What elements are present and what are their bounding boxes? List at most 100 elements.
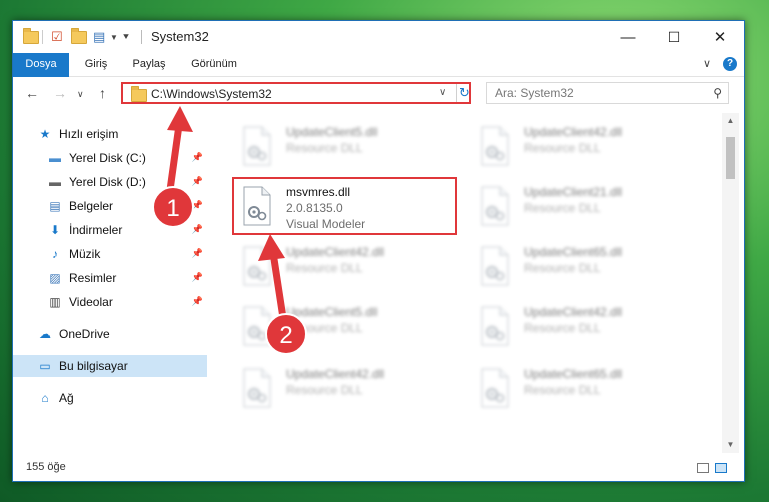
nav-item-label: Belgeler bbox=[69, 199, 114, 213]
file-name: UpdateClient21.dll bbox=[524, 185, 623, 199]
nav-item[interactable]: ★ Hızlı erişim bbox=[13, 123, 207, 145]
file-item[interactable]: msvmres.dll 2.0.8135.0 Visual Modeler bbox=[234, 181, 459, 233]
pin-icon[interactable]: 📌 bbox=[192, 200, 203, 211]
minimize-button[interactable]: — bbox=[605, 21, 651, 53]
cloud-icon: ☁ bbox=[39, 327, 51, 341]
file-description: Resource DLL bbox=[286, 261, 363, 275]
nav-item-label: Yerel Disk (C:) bbox=[69, 151, 146, 165]
pin-icon[interactable]: 📌 bbox=[192, 152, 203, 163]
file-name: msvmres.dll bbox=[286, 185, 351, 199]
nav-item[interactable]: ▬ Yerel Disk (C:) 📌 bbox=[13, 147, 207, 169]
nav-item-label: Videolar bbox=[69, 295, 113, 309]
file-company: Visual Modeler bbox=[286, 217, 366, 231]
properties-icon[interactable]: ☑ bbox=[51, 28, 63, 46]
file-explorer-window: ☑ ▤ ▼ ⯆ System32 — ☐ ✕ Dosya Giriş Payla… bbox=[12, 20, 745, 482]
dll-file-icon bbox=[240, 306, 274, 346]
file-list: UpdateClient5.dll Resource DLL UpdateClien… bbox=[210, 113, 722, 453]
folder-icon bbox=[23, 27, 39, 46]
file-item[interactable]: UpdateClient21.dll Resource DLL bbox=[472, 181, 697, 233]
nav-item[interactable]: ☁ OneDrive bbox=[13, 323, 207, 345]
address-path[interactable]: C:\Windows\System32 bbox=[151, 87, 272, 101]
up-button[interactable]: ↑ bbox=[99, 85, 106, 101]
status-bar: 155 öğe bbox=[13, 455, 744, 481]
pin-icon[interactable]: 📌 bbox=[192, 224, 203, 235]
search-icon[interactable]: ⚲ bbox=[713, 86, 722, 100]
file-item[interactable]: UpdateClient42.dll Resource DLL bbox=[234, 363, 459, 415]
nav-item[interactable]: ▭ Bu bilgisayar bbox=[13, 355, 207, 377]
forward-button[interactable]: → bbox=[53, 85, 67, 101]
maximize-button[interactable]: ☐ bbox=[651, 21, 697, 53]
documents-icon: ▤ bbox=[49, 199, 61, 213]
file-description: Resource DLL bbox=[524, 261, 601, 275]
videos-icon: ▥ bbox=[49, 295, 61, 309]
window-title: System32 bbox=[151, 29, 209, 44]
music-icon: ♪ bbox=[52, 247, 58, 261]
nav-item[interactable]: ♪ Müzik 📌 bbox=[13, 243, 207, 265]
file-item[interactable]: UpdateClient42.dll Resource DLL bbox=[472, 301, 697, 353]
nav-item-label: Resimler bbox=[69, 271, 117, 285]
tab-gorunum[interactable]: Görünüm bbox=[181, 53, 247, 76]
scroll-thumb[interactable] bbox=[726, 137, 735, 179]
ribbon: Dosya Giriş Paylaş Görünüm ∨ ? bbox=[13, 53, 744, 105]
back-button[interactable]: ← bbox=[25, 85, 39, 101]
refresh-icon[interactable]: ↻ bbox=[456, 84, 472, 102]
pin-icon[interactable]: 📌 bbox=[192, 176, 203, 187]
file-item[interactable]: UpdateClient5.dll Resource DLL bbox=[234, 121, 459, 173]
search-input[interactable]: Ara: System32 bbox=[495, 86, 574, 100]
title-bar: ☑ ▤ ▼ ⯆ System32 — ☐ ✕ bbox=[13, 21, 744, 53]
file-description: Resource DLL bbox=[524, 321, 601, 335]
quick-access-menu-icon[interactable]: ⯆ bbox=[122, 28, 130, 46]
nav-item[interactable]: ▥ Videolar 📌 bbox=[13, 291, 207, 313]
drive-icon: ▬ bbox=[49, 175, 61, 189]
help-icon[interactable]: ? bbox=[723, 57, 737, 71]
file-item[interactable]: UpdateClient42.dll Resource DLL bbox=[472, 121, 697, 173]
close-button[interactable]: ✕ bbox=[697, 21, 743, 53]
file-item[interactable]: UpdateClient65.dll Resource DLL bbox=[472, 241, 697, 293]
file-name: UpdateClient42.dll bbox=[286, 245, 385, 259]
scroll-down-icon[interactable]: ▼ bbox=[722, 437, 739, 453]
file-name: UpdateClient65.dll bbox=[524, 367, 623, 381]
nav-item[interactable]: ▬ Yerel Disk (D:) 📌 bbox=[13, 171, 207, 193]
drive-icon: ▬ bbox=[49, 151, 61, 165]
nav-item[interactable]: ▤ Belgeler 📌 bbox=[13, 195, 207, 217]
dll-file-icon bbox=[240, 368, 274, 408]
new-folder-icon[interactable] bbox=[71, 27, 87, 46]
nav-item[interactable]: ▨ Resimler 📌 bbox=[13, 267, 207, 289]
tab-giris[interactable]: Giriş bbox=[73, 53, 119, 76]
address-row: ← → ∨ ↑ C:\Windows\System32 ∨ ↻ Ara: Sys… bbox=[13, 77, 744, 111]
details-view-icon[interactable] bbox=[697, 463, 709, 473]
quick-access-dropdown-icon[interactable]: ▼ bbox=[110, 28, 118, 46]
customize-icon[interactable]: ▤ bbox=[93, 28, 105, 46]
file-item[interactable]: UpdateClient5.dll Resource DLL bbox=[234, 301, 459, 353]
dll-file-icon bbox=[478, 306, 512, 346]
nav-item[interactable]: ⬇ İndirmeler 📌 bbox=[13, 219, 207, 241]
tiles-view-icon[interactable] bbox=[715, 463, 727, 473]
item-count: 155 öğe bbox=[26, 461, 66, 473]
file-description: Resource DLL bbox=[286, 321, 363, 335]
file-item[interactable]: UpdateClient65.dll Resource DLL bbox=[472, 363, 697, 415]
file-description: Resource DLL bbox=[286, 383, 363, 397]
nav-item-label: Müzik bbox=[69, 247, 101, 261]
pin-icon[interactable]: 📌 bbox=[192, 296, 203, 307]
recent-locations-button[interactable]: ∨ bbox=[77, 89, 84, 100]
file-description: Resource DLL bbox=[524, 201, 601, 215]
dll-file-icon bbox=[240, 186, 274, 226]
pin-icon[interactable]: 📌 bbox=[192, 272, 203, 283]
ribbon-expand-icon[interactable]: ∨ bbox=[703, 57, 711, 70]
computer-icon: ▭ bbox=[39, 359, 51, 373]
nav-item-label: İndirmeler bbox=[69, 223, 123, 237]
nav-item-label: Bu bilgisayar bbox=[59, 359, 128, 373]
nav-item[interactable]: ⌂ Ağ bbox=[13, 387, 207, 409]
dll-file-icon bbox=[478, 368, 512, 408]
vertical-scrollbar[interactable]: ▲ ▼ bbox=[722, 113, 739, 453]
file-name: UpdateClient5.dll bbox=[286, 305, 378, 319]
search-box[interactable]: Ara: System32 ⚲ bbox=[486, 82, 729, 104]
tab-paylas[interactable]: Paylaş bbox=[121, 53, 177, 76]
scroll-up-icon[interactable]: ▲ bbox=[722, 113, 739, 129]
address-bar[interactable]: C:\Windows\System32 ∨ ↻ bbox=[121, 82, 471, 104]
file-name: UpdateClient42.dll bbox=[524, 125, 623, 139]
pin-icon[interactable]: 📌 bbox=[192, 248, 203, 259]
file-item[interactable]: UpdateClient42.dll Resource DLL bbox=[234, 241, 459, 293]
title-separator bbox=[141, 30, 142, 44]
address-dropdown-icon[interactable]: ∨ bbox=[439, 87, 446, 98]
